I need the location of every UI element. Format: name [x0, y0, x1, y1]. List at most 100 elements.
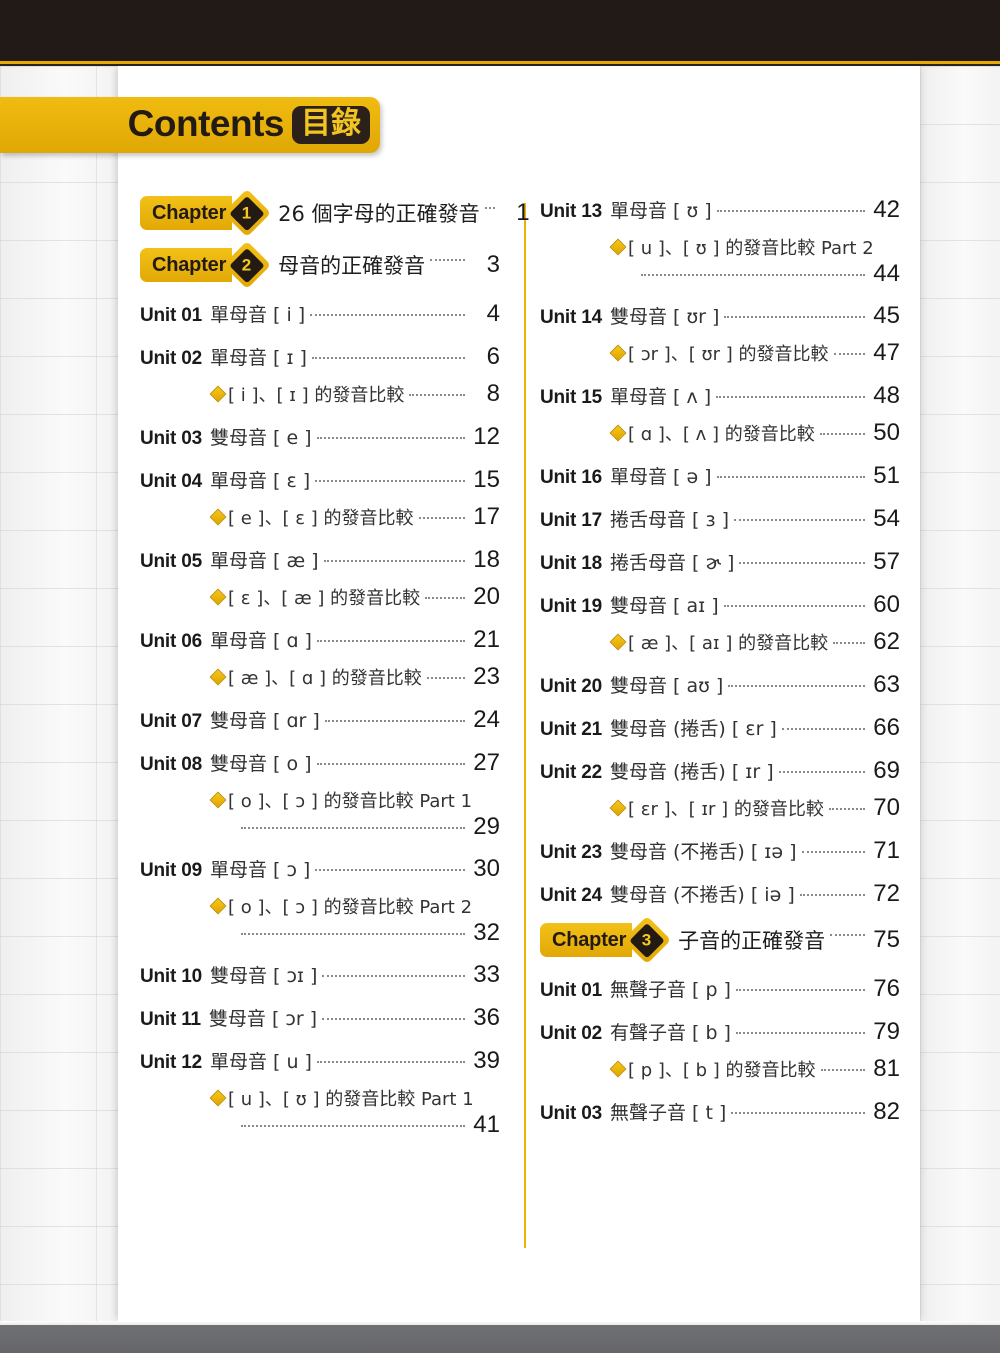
unit-row[interactable]: Unit 06 單母音 [ ɑ ] 21	[140, 626, 500, 653]
unit-label: Unit 11	[140, 1009, 201, 1030]
contents-title-zh-box: 目錄	[292, 106, 370, 144]
unit-row[interactable]: Unit 01 單母音 [ i ] 4	[140, 300, 500, 327]
unit-label: Unit 16	[540, 467, 602, 488]
sub-entry-row[interactable]: [ o ]、[ ɔ ] 的發音比較 Part 2	[140, 893, 500, 919]
sub-entry-row[interactable]: [ p ]、[ b ] 的發音比較 81	[540, 1056, 900, 1082]
unit-row[interactable]: Unit 11 雙母音 [ ɔr ] 36	[140, 1004, 500, 1031]
unit-row[interactable]: Unit 16 單母音 [ ə ] 51	[540, 462, 900, 489]
dot-leader	[316, 1061, 465, 1063]
unit-row[interactable]: Unit 02 有聲子音 [ b ] 79	[540, 1018, 900, 1045]
contents-title-en: Contents	[127, 103, 285, 144]
unit-title: 雙母音 [ e ]	[209, 427, 312, 449]
dot-leader	[723, 605, 865, 607]
unit-title: 單母音 [ i ]	[209, 304, 306, 326]
unit-label: Unit 15	[540, 387, 602, 408]
dot-leader	[315, 480, 465, 482]
row-gap	[140, 329, 500, 343]
unit-title: 單母音 [ ʊ ]	[609, 200, 712, 222]
chapter-row-2[interactable]: Chapter 2 母音的正確發音 3	[140, 240, 500, 290]
sub-entry-row[interactable]: [ o ]、[ ɔ ] 的發音比較 Part 1	[140, 787, 500, 813]
unit-row[interactable]: Unit 17 捲舌母音 [ ɜ ] 54	[540, 505, 900, 532]
sub-entry-row[interactable]: [ ɛ ]、[ æ ] 的發音比較 20	[140, 584, 500, 610]
sub-entry-row[interactable]: [ e ]、[ ɛ ] 的發音比較 17	[140, 504, 500, 530]
dot-leader	[828, 808, 865, 810]
unit-row[interactable]: Unit 21 雙母音 (捲舌) [ ɛr ] 66	[540, 714, 900, 741]
row-gap	[540, 866, 900, 880]
chapter-badge: Chapter 3	[540, 915, 672, 965]
contents-banner: Contents 目錄	[0, 97, 380, 153]
unit-row[interactable]: Unit 22 雙母音 (捲舌) [ ɪr ] 69	[540, 757, 900, 784]
sub-entry-row[interactable]: [ ɔr ]、[ ʊr ] 的發音比較 47	[540, 340, 900, 366]
unit-label: Unit 12	[140, 1052, 202, 1073]
unit-title: 單母音 [ ɛ ]	[209, 470, 311, 492]
floor-strip	[0, 1325, 1000, 1353]
unit-row[interactable]: Unit 19 雙母音 [ aɪ ] 60	[540, 591, 900, 618]
dot-leader	[323, 560, 465, 562]
sub-entry-row[interactable]: [ ɛr ]、[ ɪr ] 的發音比較 70	[540, 795, 900, 821]
dot-leader	[484, 207, 495, 209]
unit-row[interactable]: Unit 02 單母音 [ ɪ ] 6	[140, 343, 500, 370]
unit-row[interactable]: Unit 10 雙母音 [ ɔɪ ] 33	[140, 961, 500, 988]
sub-entry-row[interactable]: [ u ]、[ ʊ ] 的發音比較 Part 1	[140, 1085, 500, 1111]
dot-leader	[322, 1018, 465, 1020]
page-number: 70	[873, 794, 900, 821]
diamond-bullet-icon	[209, 668, 227, 686]
unit-row[interactable]: Unit 04 單母音 [ ɛ ] 15	[140, 466, 500, 493]
chapter-pill: Chapter	[140, 248, 233, 282]
unit-title: 單母音 [ æ ]	[209, 550, 319, 572]
dot-leader	[801, 851, 865, 853]
unit-row[interactable]: Unit 12 單母音 [ u ] 39	[140, 1047, 500, 1074]
unit-row[interactable]: Unit 15 單母音 [ ʌ ] 48	[540, 382, 900, 409]
dot-leader	[641, 274, 865, 276]
sub-entry-row[interactable]: [ i ]、[ ɪ ] 的發音比較 8	[140, 381, 500, 407]
sub-entry-title: [ u ]、[ ʊ ] 的發音比較 Part 1	[228, 1089, 474, 1110]
page-number: 48	[873, 382, 900, 409]
dot-leader	[781, 728, 865, 730]
unit-title: 單母音 [ ɔ ]	[209, 859, 311, 881]
dot-leader	[409, 394, 465, 396]
unit-row[interactable]: Unit 08 雙母音 [ o ] 27	[140, 749, 500, 776]
unit-row[interactable]: Unit 09 單母音 [ ɔ ] 30	[140, 855, 500, 882]
sub-entry-title: [ e ]、[ ɛ ] 的發音比較	[228, 508, 414, 529]
unit-row[interactable]: Unit 13 單母音 [ ʊ ] 42	[540, 196, 900, 223]
page-number: 47	[873, 339, 900, 366]
unit-row[interactable]: Unit 23 雙母音 (不捲舌) [ ɪə ] 71	[540, 837, 900, 864]
chapter-row-1[interactable]: Chapter 1 26 個字母的正確發音 1	[140, 188, 530, 238]
unit-row[interactable]: Unit 20 雙母音 [ aʊ ] 63	[540, 671, 900, 698]
page-number: 39	[473, 1047, 500, 1074]
dot-leader	[418, 517, 465, 519]
unit-row[interactable]: Unit 01 無聲子音 [ p ] 76	[540, 975, 900, 1002]
unit-row[interactable]: Unit 03 雙母音 [ e ] 12	[140, 423, 500, 450]
chapter-row-3[interactable]: Chapter 3 子音的正確發音 75	[540, 915, 900, 965]
dot-leader	[820, 1069, 865, 1071]
row-gap	[140, 735, 500, 749]
row-gap	[540, 448, 900, 462]
sub-entry-row[interactable]: [ æ ]、[ ɑ ] 的發音比較 23	[140, 664, 500, 690]
sub-entry-row[interactable]: [ æ ]、[ aɪ ] 的發音比較 62	[540, 629, 900, 655]
unit-label: Unit 14	[540, 307, 602, 328]
unit-title: 單母音 [ u ]	[209, 1051, 312, 1073]
unit-row[interactable]: Unit 14 雙母音 [ ʊr ] 45	[540, 302, 900, 329]
unit-row[interactable]: Unit 05 單母音 [ æ ] 18	[140, 546, 500, 573]
unit-label: Unit 24	[540, 885, 602, 906]
page-number: 20	[473, 583, 500, 610]
unit-row[interactable]: Unit 03 無聲子音 [ t ] 82	[540, 1098, 900, 1125]
chapter-number: 3	[642, 930, 652, 950]
top-dark-band	[0, 0, 1000, 61]
unit-label: Unit 03	[540, 1103, 602, 1124]
page-number: 27	[473, 749, 500, 776]
unit-title: 捲舌母音 [ ɜ ]	[609, 509, 730, 531]
sub-entry-row[interactable]: [ u ]、[ ʊ ] 的發音比較 Part 2	[540, 234, 900, 260]
unit-row[interactable]: Unit 24 雙母音 (不捲舌) [ iə ] 72	[540, 880, 900, 907]
unit-row[interactable]: Unit 07 雙母音 [ ɑr ] 24	[140, 706, 500, 733]
unit-row[interactable]: Unit 18 捲舌母音 [ ɚ ] 57	[540, 548, 900, 575]
chapter-badge-label: Chapter	[552, 929, 627, 951]
sub-entry-title: [ i ]、[ ɪ ] 的發音比較	[228, 385, 405, 406]
sub-entry-row[interactable]: [ ɑ ]、[ ʌ ] 的發音比較 50	[540, 420, 900, 446]
dot-leader	[311, 357, 465, 359]
row-gap	[140, 495, 500, 504]
sub-entry-title: [ æ ]、[ ɑ ] 的發音比較	[228, 668, 422, 689]
diamond-bullet-icon	[609, 424, 627, 442]
unit-label: Unit 02	[540, 1023, 602, 1044]
row-gap	[540, 700, 900, 714]
